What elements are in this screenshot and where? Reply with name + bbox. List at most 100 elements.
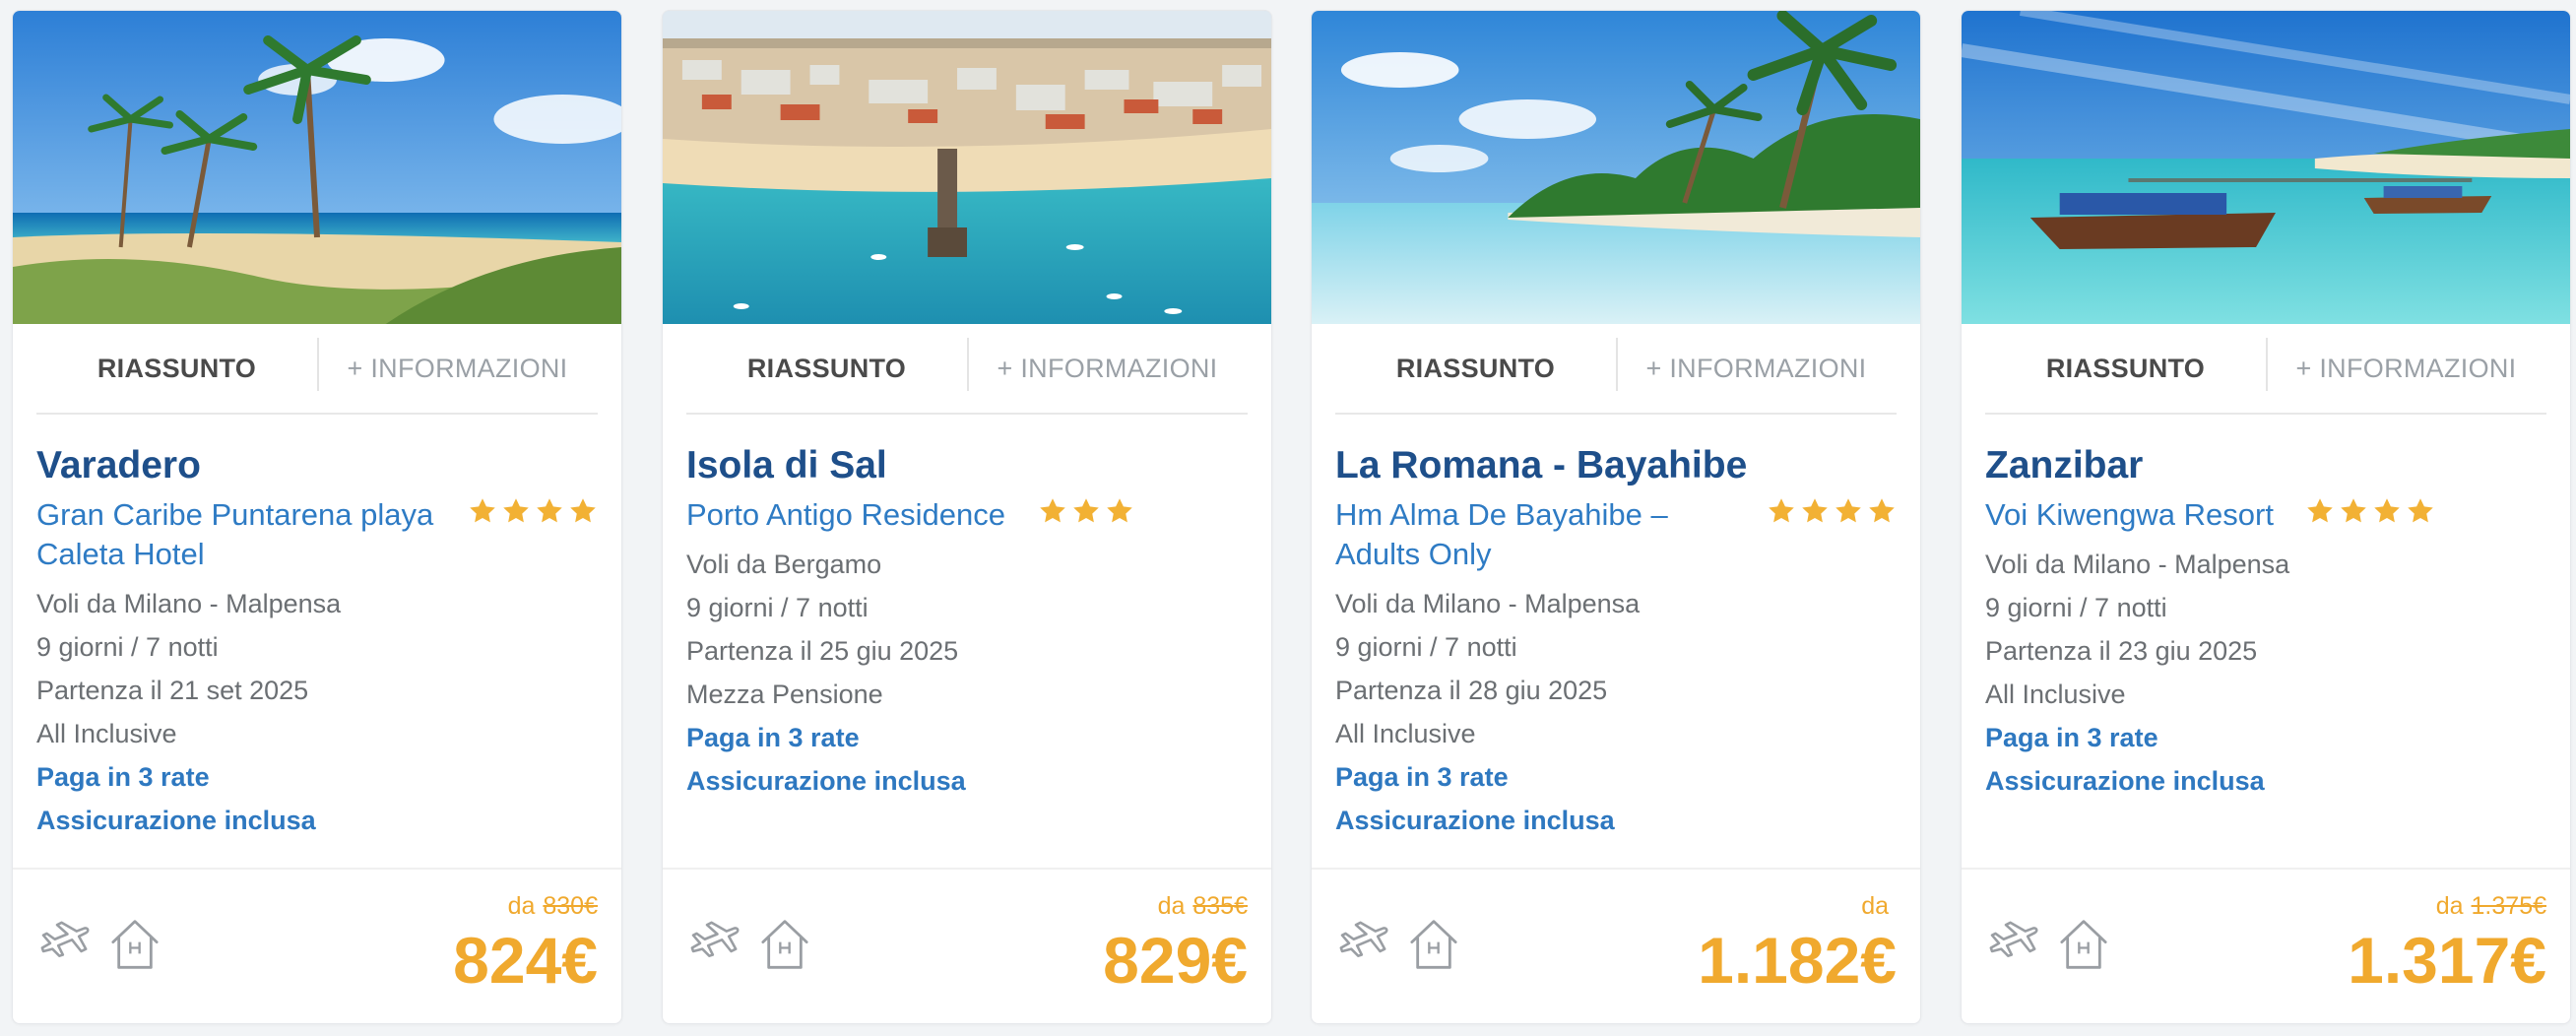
card-tabs: RIASSUNTO + INFORMAZIONI bbox=[1985, 324, 2546, 415]
card-footer: da 1.375€ 1.317€ bbox=[1962, 868, 2570, 1023]
trip-duration: 9 giorni / 7 notti bbox=[1335, 632, 1517, 662]
star-icon bbox=[535, 496, 564, 526]
star-icon bbox=[1038, 496, 1067, 526]
price-from-label: da bbox=[1157, 892, 1186, 920]
trip-details: Voli da Milano - Malpensa 9 giorni / 7 n… bbox=[1335, 582, 1897, 842]
star-icon bbox=[1867, 496, 1897, 526]
destination-photo[interactable] bbox=[663, 11, 1271, 324]
departure-airport: Voli da Bergamo bbox=[686, 550, 882, 579]
tab-summary[interactable]: RIASSUNTO bbox=[686, 324, 967, 413]
hotel-rating bbox=[2305, 496, 2435, 526]
card-footer: da 830€ 824€ bbox=[13, 868, 621, 1023]
tab-summary[interactable]: RIASSUNTO bbox=[1985, 324, 2266, 413]
hotel-name-link[interactable]: Hm Alma De Bayahibe – Adults Only bbox=[1335, 495, 1729, 574]
old-price: 835€ bbox=[1192, 892, 1248, 920]
card-tabs: RIASSUNTO + INFORMAZIONI bbox=[1335, 324, 1897, 415]
destination-title[interactable]: Varadero bbox=[36, 444, 598, 487]
card-footer: da 835€ 829€ bbox=[663, 868, 1271, 1023]
board-type: All Inclusive bbox=[1985, 680, 2126, 709]
star-icon bbox=[2406, 496, 2435, 526]
offer-card[interactable]: RIASSUNTO + INFORMAZIONI La Romana - Bay… bbox=[1311, 10, 1921, 1024]
offer-card[interactable]: RIASSUNTO + INFORMAZIONI Zanzibar Voi Ki… bbox=[1961, 10, 2571, 1024]
card-tabs: RIASSUNTO + INFORMAZIONI bbox=[686, 324, 1248, 415]
star-icon bbox=[1105, 496, 1134, 526]
price-from-label: da bbox=[1861, 892, 1889, 920]
insurance-label: Assicurazione inclusa bbox=[686, 766, 966, 796]
offer-card[interactable]: RIASSUNTO + INFORMAZIONI Isola di Sal Po… bbox=[662, 10, 1272, 1024]
insurance-label: Assicurazione inclusa bbox=[1335, 806, 1615, 835]
star-icon bbox=[1834, 496, 1863, 526]
board-type: Mezza Pensione bbox=[686, 680, 883, 709]
price-box: da 1.182€ bbox=[1698, 891, 1897, 996]
plane-icon bbox=[1985, 917, 2040, 972]
current-price[interactable]: 824€ bbox=[453, 925, 598, 996]
trip-duration: 9 giorni / 7 notti bbox=[36, 632, 219, 662]
board-type: All Inclusive bbox=[1335, 719, 1476, 748]
current-price[interactable]: 829€ bbox=[1103, 925, 1248, 996]
installments-label: Paga in 3 rate bbox=[1335, 762, 1509, 792]
hotel-name-link[interactable]: Voi Kiwengwa Resort bbox=[1985, 495, 2274, 535]
trip-duration: 9 giorni / 7 notti bbox=[686, 593, 869, 622]
card-tabs: RIASSUNTO + INFORMAZIONI bbox=[36, 324, 598, 415]
price-box: da 1.375€ 1.317€ bbox=[2348, 891, 2546, 996]
trip-details: Voli da Milano - Malpensa 9 giorni / 7 n… bbox=[1985, 543, 2546, 803]
tab-more-info[interactable]: + INFORMAZIONI bbox=[2266, 324, 2546, 413]
tab-divider bbox=[317, 338, 319, 391]
insurance-label: Assicurazione inclusa bbox=[1985, 766, 2265, 796]
hotel-icon bbox=[107, 917, 162, 972]
offer-grid: RIASSUNTO + INFORMAZIONI Varadero Gran C… bbox=[12, 10, 2572, 1024]
hotel-icon bbox=[757, 917, 812, 972]
destination-photo[interactable] bbox=[1312, 11, 1920, 324]
star-icon bbox=[1071, 496, 1101, 526]
trip-details: Voli da Bergamo 9 giorni / 7 notti Parte… bbox=[686, 543, 1248, 803]
departure-date: Partenza il 21 set 2025 bbox=[36, 676, 309, 705]
tab-summary[interactable]: RIASSUNTO bbox=[1335, 324, 1616, 413]
hotel-row: Voi Kiwengwa Resort bbox=[1985, 495, 2546, 535]
star-icon bbox=[2305, 496, 2335, 526]
plane-icon bbox=[36, 917, 92, 972]
hotel-rating bbox=[1038, 496, 1134, 526]
installments-label: Paga in 3 rate bbox=[686, 723, 860, 752]
destination-title[interactable]: Isola di Sal bbox=[686, 444, 1248, 487]
current-price[interactable]: 1.182€ bbox=[1698, 925, 1897, 996]
price-box: da 835€ 829€ bbox=[1103, 891, 1248, 996]
destination-title[interactable]: Zanzibar bbox=[1985, 444, 2546, 487]
old-price: 830€ bbox=[543, 892, 598, 920]
tab-divider bbox=[1616, 338, 1618, 391]
installments-label: Paga in 3 rate bbox=[36, 762, 210, 792]
tab-summary[interactable]: RIASSUNTO bbox=[36, 324, 317, 413]
current-price[interactable]: 1.317€ bbox=[2348, 925, 2546, 996]
departure-date: Partenza il 23 giu 2025 bbox=[1985, 636, 2258, 666]
hotel-row: Gran Caribe Puntarena playa Caleta Hotel bbox=[36, 495, 598, 574]
departure-airport: Voli da Milano - Malpensa bbox=[1335, 589, 1641, 618]
hotel-rating bbox=[468, 496, 598, 526]
hotel-name-link[interactable]: Gran Caribe Puntarena playa Caleta Hotel bbox=[36, 495, 450, 574]
hotel-row: Hm Alma De Bayahibe – Adults Only bbox=[1335, 495, 1897, 574]
hotel-rating bbox=[1767, 496, 1897, 526]
insurance-label: Assicurazione inclusa bbox=[36, 806, 316, 835]
star-icon bbox=[468, 496, 497, 526]
star-icon bbox=[2339, 496, 2368, 526]
plane-icon bbox=[1335, 917, 1390, 972]
tab-divider bbox=[967, 338, 969, 391]
destination-photo[interactable] bbox=[1962, 11, 2570, 324]
hotel-row: Porto Antigo Residence bbox=[686, 495, 1248, 535]
plane-icon bbox=[686, 917, 741, 972]
installments-label: Paga in 3 rate bbox=[1985, 723, 2158, 752]
departure-airport: Voli da Milano - Malpensa bbox=[1985, 550, 2290, 579]
destination-photo[interactable] bbox=[13, 11, 621, 324]
tab-more-info[interactable]: + INFORMAZIONI bbox=[967, 324, 1248, 413]
board-type: All Inclusive bbox=[36, 719, 177, 748]
hotel-name-link[interactable]: Porto Antigo Residence bbox=[686, 495, 1005, 535]
price-from-label: da bbox=[2435, 892, 2464, 920]
destination-title[interactable]: La Romana - Bayahibe bbox=[1335, 444, 1897, 487]
tab-more-info[interactable]: + INFORMAZIONI bbox=[317, 324, 598, 413]
departure-date: Partenza il 28 giu 2025 bbox=[1335, 676, 1608, 705]
hotel-icon bbox=[1406, 917, 1461, 972]
offer-card[interactable]: RIASSUNTO + INFORMAZIONI Varadero Gran C… bbox=[12, 10, 622, 1024]
star-icon bbox=[501, 496, 531, 526]
star-icon bbox=[568, 496, 598, 526]
hotel-icon bbox=[2056, 917, 2111, 972]
tab-more-info[interactable]: + INFORMAZIONI bbox=[1616, 324, 1897, 413]
price-box: da 830€ 824€ bbox=[453, 891, 598, 996]
